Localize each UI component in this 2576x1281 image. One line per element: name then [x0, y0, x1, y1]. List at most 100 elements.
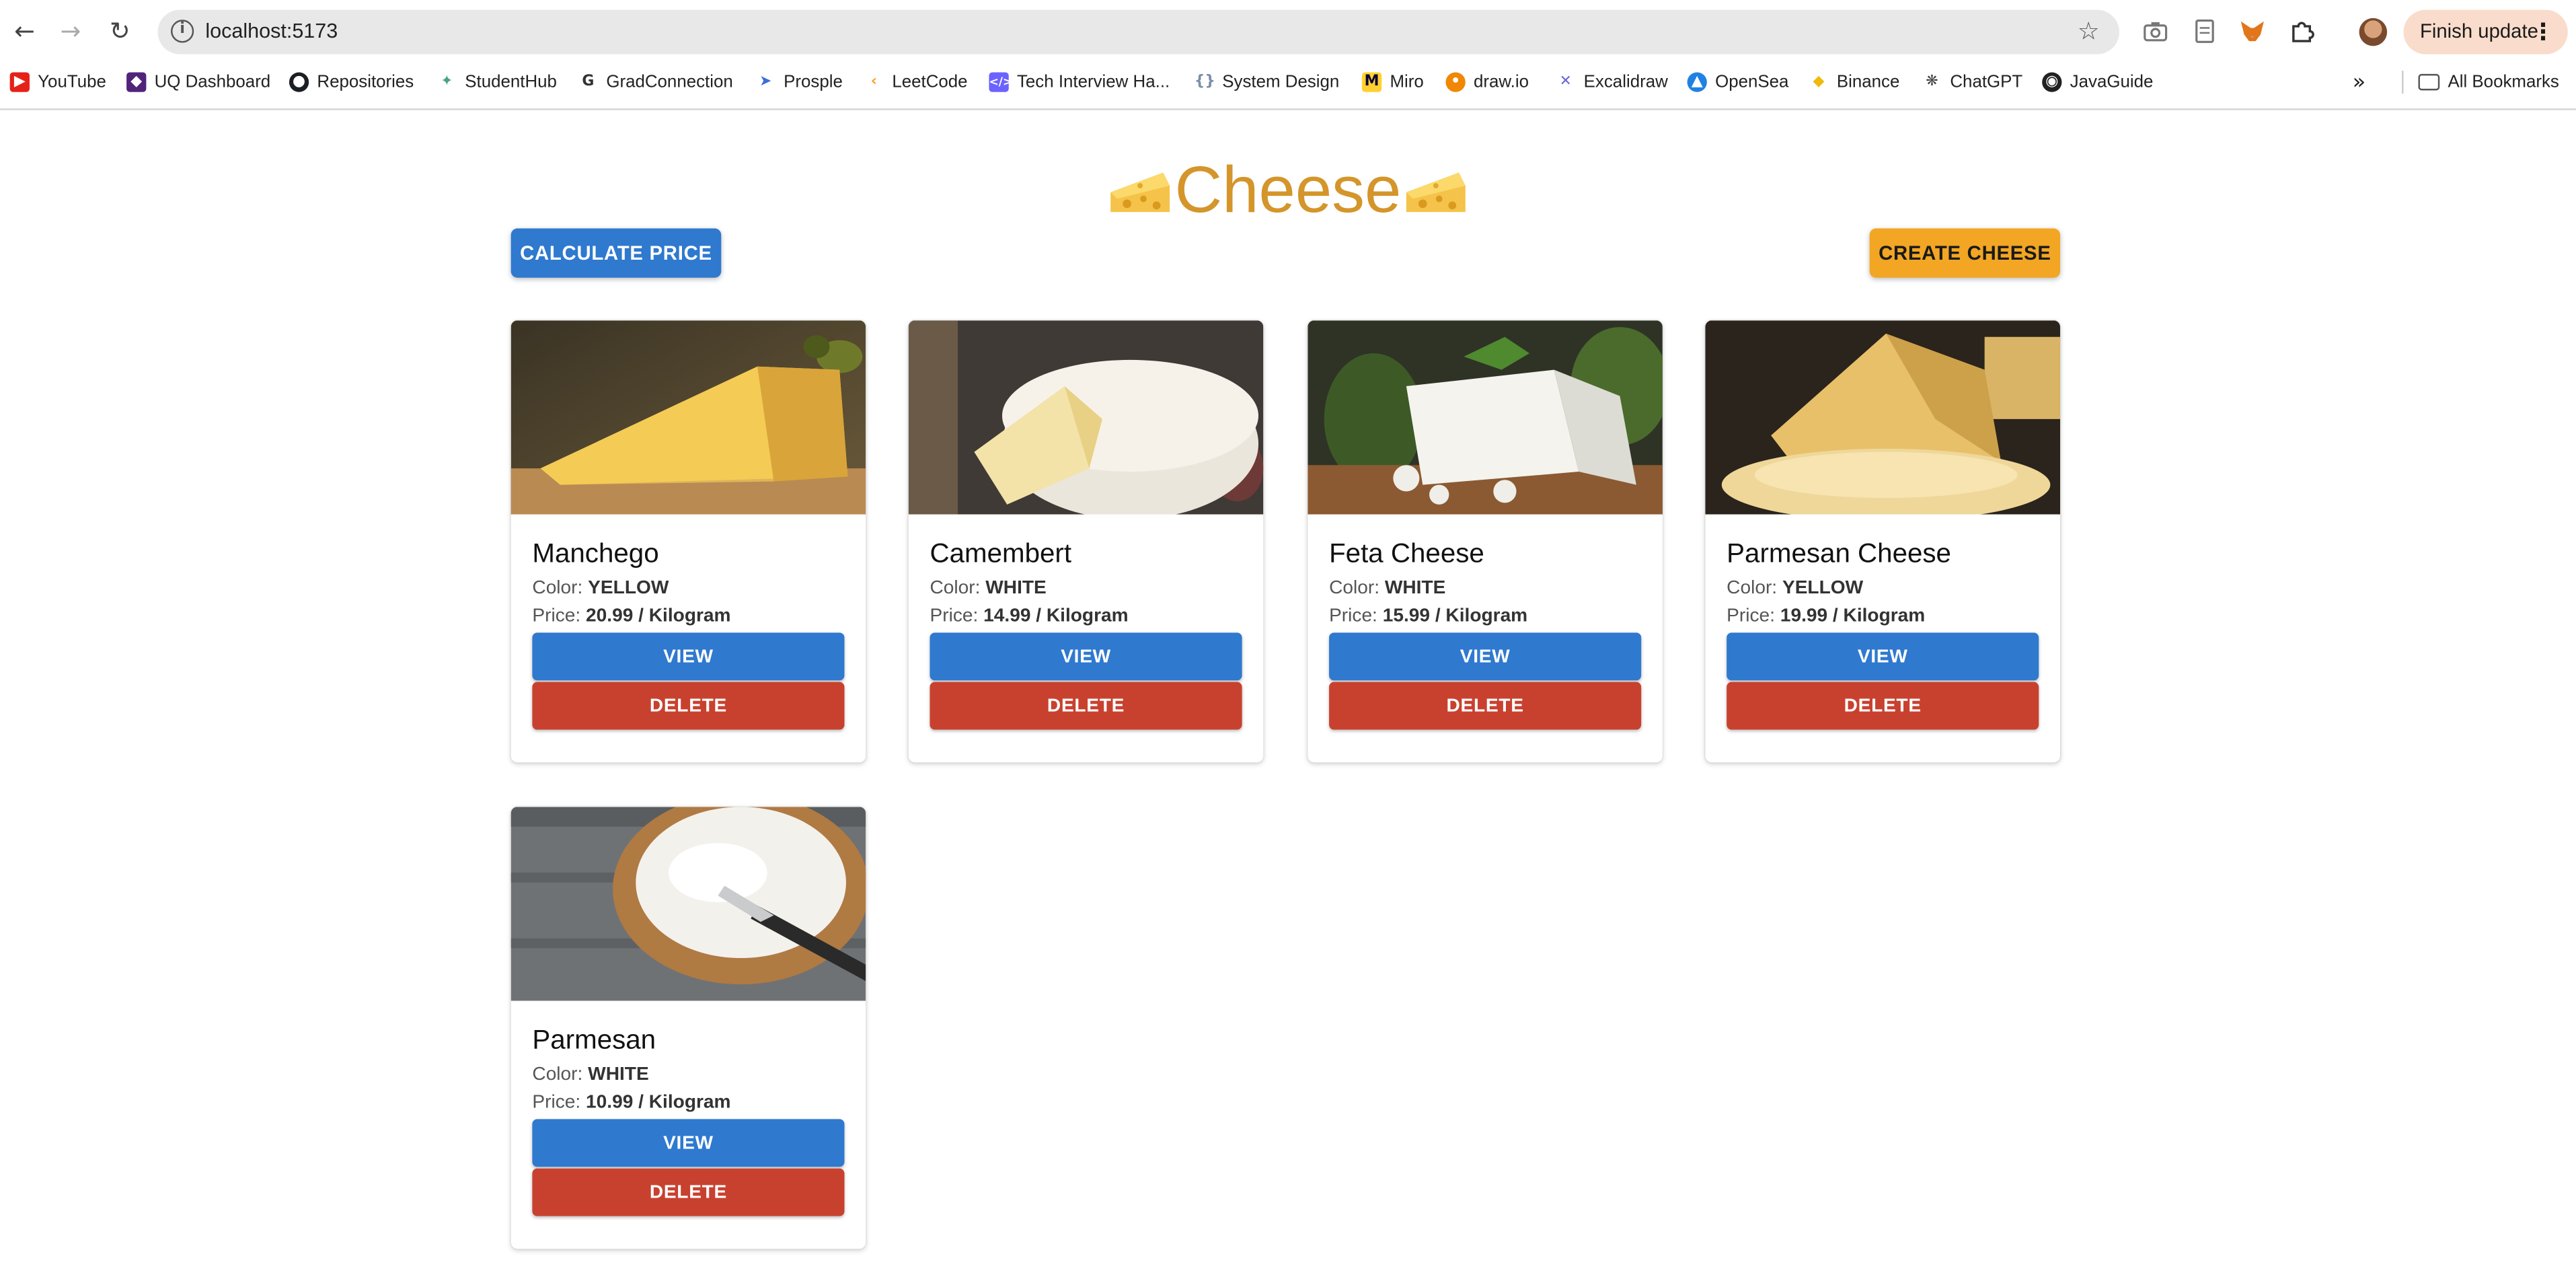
forward-arrow-icon[interactable]: → [54, 15, 87, 48]
bookmark-javaguide[interactable]: ◉ JavaGuide [2042, 69, 2153, 96]
cheese-card: Camembert Color: WHITE Price: 14.99 / Ki… [908, 320, 1264, 763]
camembert-photo [908, 320, 1264, 515]
code-icon: </> [989, 72, 1012, 92]
bookmark-label: GradConnection [606, 72, 733, 92]
drawio-icon: • [1445, 72, 1466, 92]
cheese-color: Color: WHITE [532, 1064, 649, 1085]
cheese-color: Color: YELLOW [1727, 578, 1864, 599]
more-vert-icon[interactable]: ⋮ [2532, 10, 2554, 54]
view-button[interactable]: VIEW [1329, 632, 1642, 681]
site-info-icon[interactable]: i [171, 20, 194, 43]
bookmark-gradconnection[interactable]: G GradConnection [578, 69, 733, 96]
cheese-name: Camembert [930, 539, 1072, 569]
bookmark-label: Binance [1836, 72, 1900, 92]
bookmark-label: Tech Interview Ha... [1016, 72, 1170, 92]
bookmark-label: ChatGPT [1950, 72, 2023, 92]
bookmark-label: YouTube [38, 72, 106, 92]
camera-icon[interactable] [2142, 18, 2168, 44]
page-title: Cheese [0, 153, 2576, 228]
create-cheese-button[interactable]: CREATE CHEESE [1869, 228, 2061, 278]
all-bookmarks-label: All Bookmarks [2448, 72, 2559, 92]
cheese-card: Parmesan Cheese Color: YELLOW Price: 19.… [1705, 320, 2061, 763]
globe-icon: ◉ [2042, 72, 2062, 92]
bookmark-star-icon[interactable]: ☆ [2078, 16, 2100, 46]
cheese-price: Price: 10.99 / Kilogram [532, 1093, 731, 1113]
bookmark-excalidraw[interactable]: ✕ Excalidraw [1556, 69, 1668, 96]
extensions-puzzle-icon[interactable] [2289, 18, 2315, 44]
calculate-price-button[interactable]: CALCULATE PRICE [510, 228, 722, 278]
rocket-icon: ➤ [759, 73, 772, 91]
bookmark-miro[interactable]: M Miro [1361, 69, 1424, 96]
url-text[interactable]: localhost:5173 [205, 20, 338, 42]
delete-button[interactable]: DELETE [532, 1168, 845, 1216]
cheese-wedge-icon [1107, 166, 1173, 215]
cheese-color: Color: WHITE [930, 578, 1047, 599]
bookmark-uq-dashboard[interactable]: ◆ UQ Dashboard [126, 69, 270, 96]
cheese-price: Price: 19.99 / Kilogram [1727, 606, 1926, 626]
gradconnection-icon: G [582, 73, 595, 91]
document-icon[interactable] [2191, 18, 2218, 44]
cheese-card: Parmesan Color: WHITE Price: 10.99 / Kil… [510, 807, 866, 1249]
back-arrow-icon[interactable]: ← [8, 15, 41, 48]
view-button[interactable]: VIEW [930, 632, 1242, 681]
view-button[interactable]: VIEW [532, 632, 845, 681]
cheese-name: Manchego [532, 539, 659, 569]
bookmark-studenthub[interactable]: ✦ StudentHub [437, 69, 557, 96]
metamask-fox-icon[interactable] [2239, 18, 2265, 44]
all-bookmarks-button[interactable]: All Bookmarks [2418, 69, 2559, 96]
cheese-price: Price: 14.99 / Kilogram [930, 606, 1129, 626]
bookmark-label: UQ Dashboard [154, 72, 271, 92]
delete-button[interactable]: DELETE [1329, 682, 1642, 730]
chrome-divider [0, 108, 2576, 110]
browser-toolbar: ← → ↻ i localhost:5173 ☆ Finish update ⋮ [0, 0, 2576, 65]
bookmark-label: System Design [1222, 72, 1340, 92]
address-bar[interactable]: i localhost:5173 ☆ [157, 9, 2119, 54]
chatgpt-icon: ❋ [1926, 73, 1938, 91]
bookmark-label: Miro [1390, 72, 1424, 92]
bookmark-label: OpenSea [1715, 72, 1789, 92]
cheese-name: Parmesan Cheese [1727, 539, 1952, 569]
cheese-wedge-icon [1403, 166, 1469, 215]
reload-icon[interactable]: ↻ [104, 15, 137, 48]
manchego-photo [510, 320, 866, 515]
bookmark-youtube[interactable]: ▶ YouTube [9, 69, 106, 96]
bookmark-label: LeetCode [892, 72, 968, 92]
profile-avatar[interactable] [2359, 17, 2388, 46]
parmesan-cheese-photo [1705, 320, 2061, 515]
delete-button[interactable]: DELETE [1727, 682, 2039, 730]
cheese-card: Manchego Color: YELLOW Price: 20.99 / Ki… [510, 320, 866, 763]
bookmark-system-design[interactable]: {} System Design [1195, 69, 1340, 96]
more-bookmarks-chevron-icon[interactable]: » [2353, 69, 2365, 96]
github-icon: ● [289, 72, 309, 92]
leetcode-icon: ‹ [870, 73, 878, 91]
bookmark-chatgpt[interactable]: ❋ ChatGPT [1922, 69, 2022, 96]
finish-update-label: Finish update [2419, 20, 2538, 43]
braces-icon: {} [1194, 73, 1216, 91]
bookmark-opensea[interactable]: ▲ OpenSea [1687, 69, 1789, 96]
studenthub-icon: ✦ [441, 73, 453, 91]
bookmark-repositories[interactable]: ● Repositories [289, 69, 414, 96]
bookmark-leetcode[interactable]: ‹ LeetCode [864, 69, 968, 96]
bookmark-label: JavaGuide [2070, 72, 2154, 92]
delete-button[interactable]: DELETE [930, 682, 1242, 730]
miro-icon: M [1361, 72, 1382, 92]
bookmarks-divider [2402, 71, 2404, 94]
bookmarks-bar: ▶ YouTube ◆ UQ Dashboard ● Repositories … [0, 64, 2576, 100]
view-button[interactable]: VIEW [532, 1119, 845, 1167]
bookmark-binance[interactable]: ◆ Binance [1809, 69, 1899, 96]
delete-button[interactable]: DELETE [532, 682, 845, 730]
ricotta-photo [510, 807, 866, 1001]
cheese-name: Parmesan [532, 1025, 656, 1056]
opensea-icon: ▲ [1687, 72, 1707, 92]
bookmark-label: Repositories [317, 72, 414, 92]
cheese-price: Price: 20.99 / Kilogram [532, 606, 731, 626]
cheese-color: Color: WHITE [1329, 578, 1446, 599]
view-button[interactable]: VIEW [1727, 632, 2039, 681]
finish-update-button[interactable]: Finish update ⋮ [2403, 9, 2568, 54]
cheese-color: Color: YELLOW [532, 578, 669, 599]
youtube-icon: ▶ [9, 72, 30, 92]
binance-icon: ◆ [1813, 73, 1825, 91]
bookmark-drawio[interactable]: • draw.io [1445, 69, 1529, 96]
bookmark-prosple[interactable]: ➤ Prosple [756, 69, 843, 96]
bookmark-tech-interview[interactable]: </> Tech Interview Ha... [989, 69, 1170, 96]
